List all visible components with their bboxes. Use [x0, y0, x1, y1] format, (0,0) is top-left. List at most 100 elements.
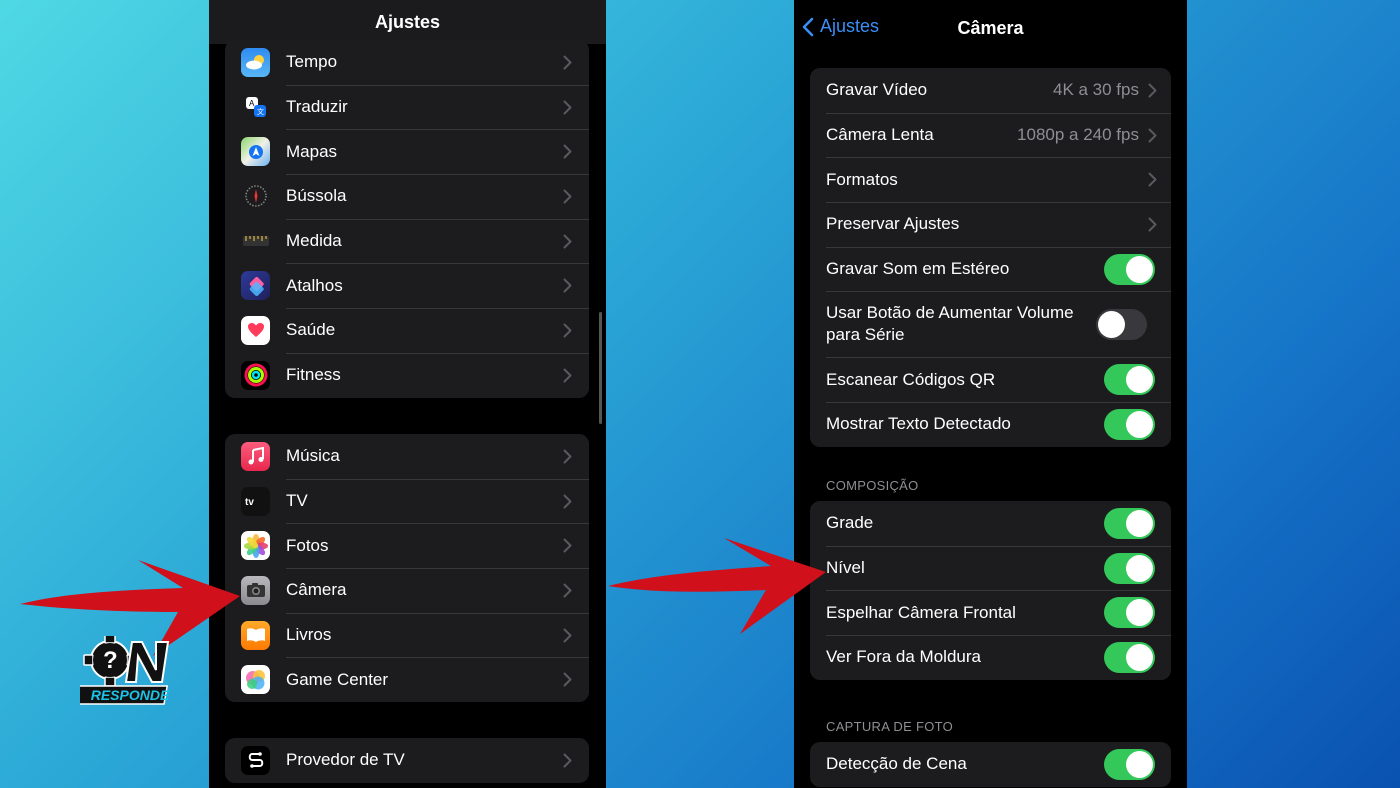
settings-row-label: Livros: [286, 625, 332, 645]
camera-row-label: Escanear Códigos QR: [826, 369, 996, 389]
settings-row-maps[interactable]: Mapas: [225, 129, 589, 174]
camera-row-escanear-codigos-qr: Escanear Códigos QR: [810, 357, 1171, 402]
settings-group-apps: Tempo A 文 Traduzir Mapas Bússola Medida Atalhos…: [225, 40, 589, 398]
camera-group-captura: Detecção de Cena: [810, 742, 1171, 787]
gravar-som-em-estereo-toggle[interactable]: [1104, 253, 1155, 285]
settings-row-label: Mapas: [286, 141, 338, 161]
settings-row-label: Atalhos: [286, 275, 343, 295]
translate-icon: A文: [241, 92, 270, 122]
settings-row-camera[interactable]: Câmera: [225, 568, 589, 613]
settings-row-photos[interactable]: Fotos: [225, 523, 589, 568]
camera-row-value: 4K a 30 fps: [1052, 80, 1139, 100]
camera-row-label: Gravar Som em Estéreo: [826, 259, 1010, 279]
chevron-right-icon: [555, 100, 579, 115]
chevron-right-icon: [555, 144, 579, 159]
page-title: Câmera: [957, 18, 1024, 38]
section-header-composicao: COMPOSIÇÃO: [826, 478, 919, 493]
chevron-right-icon: [1145, 217, 1159, 232]
camera-row-label: Gravar Vídeo: [826, 80, 928, 100]
camera-row-grade: Grade: [810, 501, 1171, 546]
camera-row-formatos[interactable]: Formatos: [810, 157, 1171, 202]
settings-row-tv[interactable]: tv TV: [225, 478, 589, 524]
svg-text:文: 文: [257, 107, 264, 116]
settings-row-label: Bússola: [286, 186, 347, 206]
settings-screen: Ajustes Tempo A 文 Traduzir Mapas Bússola Medid…: [209, 0, 606, 788]
settings-row-label: Fitness: [286, 365, 341, 385]
settings-row-health[interactable]: Saúde: [225, 308, 589, 353]
settings-row-weather[interactable]: Tempo: [225, 40, 589, 85]
compass-icon: [241, 181, 270, 211]
camera-row-usar-botao-de-aumentar-volume-para-serie: Usar Botão de Aumentar Volume para Série: [810, 291, 1171, 357]
camera-row-preservar-ajustes[interactable]: Preservar Ajustes: [810, 202, 1171, 247]
page-title: Ajustes: [374, 12, 441, 32]
settings-row-translate[interactable]: A 文 Traduzir: [225, 84, 589, 130]
settings-row-measure[interactable]: Medida: [225, 218, 589, 264]
camera-icon: [241, 575, 270, 605]
fitness-icon: [241, 360, 270, 390]
chevron-right-icon: [555, 628, 579, 643]
camera-settings-screen: Ajustes Câmera Gravar Vídeo 4K a 30 fps Câ…: [794, 0, 1187, 788]
camera-row-label: Detecção de Cena: [826, 754, 967, 774]
settings-row-label: TV: [286, 491, 308, 511]
settings-row-label: Câmera: [286, 580, 347, 600]
settings-group-tv-provider: Provedor de TV: [225, 738, 589, 783]
settings-row-compass[interactable]: Bússola: [225, 174, 589, 219]
shortcuts-icon: [241, 271, 270, 301]
settings-row-shortcuts[interactable]: Atalhos: [225, 263, 589, 308]
settings-row-music[interactable]: Música: [225, 434, 589, 479]
chevron-right-icon: [555, 55, 579, 70]
toggle-knob: [1126, 599, 1153, 627]
game-center-icon: [241, 665, 270, 695]
camera-row-label: Nível: [826, 558, 865, 578]
svg-text:?: ?: [103, 647, 118, 674]
camera-row-label: Espelhar Câmera Frontal: [826, 602, 1016, 622]
chevron-right-icon: [555, 753, 579, 768]
measure-icon: [241, 226, 270, 256]
chevron-right-icon: [1145, 172, 1159, 187]
settings-row-tv-provider[interactable]: Provedor de TV: [225, 738, 589, 783]
logo-gear-icon: ? RESPONDE: [71, 633, 170, 705]
toggle-knob: [1126, 509, 1153, 537]
grade-toggle[interactable]: [1104, 507, 1155, 539]
toggle-knob: [1098, 310, 1125, 338]
tv-provider-icon: [241, 745, 270, 775]
usar-botao-de-aumentar-volume-para-serie-toggle[interactable]: [1096, 308, 1147, 340]
chevron-right-icon: [555, 368, 579, 383]
nivel-toggle[interactable]: [1104, 552, 1155, 584]
svg-text:tv: tv: [245, 497, 254, 507]
camera-row-mostrar-texto-detectado: Mostrar Texto Detectado: [810, 402, 1171, 447]
settings-row-game-center[interactable]: Game Center: [225, 657, 589, 702]
books-icon: [241, 620, 270, 650]
camera-row-value: 1080p a 240 fps: [1017, 125, 1139, 145]
camera-row-camera-lenta[interactable]: Câmera Lenta 1080p a 240 fps: [810, 112, 1171, 158]
camera-row-espelhar-camera-frontal: Espelhar Câmera Frontal: [810, 590, 1171, 635]
mostrar-texto-detectado-toggle[interactable]: [1104, 408, 1155, 440]
maps-icon: [241, 137, 270, 167]
chevron-right-icon: [555, 538, 579, 553]
chevron-right-icon: [555, 672, 579, 687]
camera-row-deteccao-de-cena: Detecção de Cena: [810, 742, 1171, 787]
weather-icon: [241, 47, 270, 77]
responde-logo: ? RESPONDE: [71, 633, 180, 708]
deteccao-de-cena-toggle[interactable]: [1104, 748, 1155, 780]
settings-row-fitness[interactable]: Fitness: [225, 352, 589, 398]
settings-group-media: Música tv TV Fotos Câmera Livros Game Center: [225, 434, 589, 703]
health-icon: [241, 315, 270, 345]
settings-navbar: Ajustes: [209, 0, 606, 44]
settings-row-books[interactable]: Livros: [225, 612, 589, 658]
chevron-right-icon: [555, 323, 579, 338]
settings-row-label: Traduzir: [286, 97, 348, 117]
camera-group-composicao: Grade Nível Espelhar Câmera Frontal Ver For…: [810, 501, 1171, 680]
escanear-codigos-qr-toggle[interactable]: [1104, 364, 1155, 396]
camera-row-label: Ver Fora da Moldura: [826, 647, 981, 667]
camera-row-gravar-som-em-estereo: Gravar Som em Estéreo: [810, 246, 1171, 292]
svg-text:A: A: [249, 99, 255, 108]
chevron-right-icon: [1145, 83, 1159, 98]
camera-group-main: Gravar Vídeo 4K a 30 fps Câmera Lenta 1080p…: [810, 68, 1171, 447]
settings-row-label: Música: [286, 446, 340, 466]
camera-row-label: Grade: [826, 513, 874, 533]
camera-row-gravar-video[interactable]: Gravar Vídeo 4K a 30 fps: [810, 68, 1171, 113]
ver-fora-da-moldura-toggle[interactable]: [1104, 641, 1155, 673]
espelhar-camera-frontal-toggle[interactable]: [1104, 597, 1155, 629]
scrollbar[interactable]: [599, 312, 602, 424]
